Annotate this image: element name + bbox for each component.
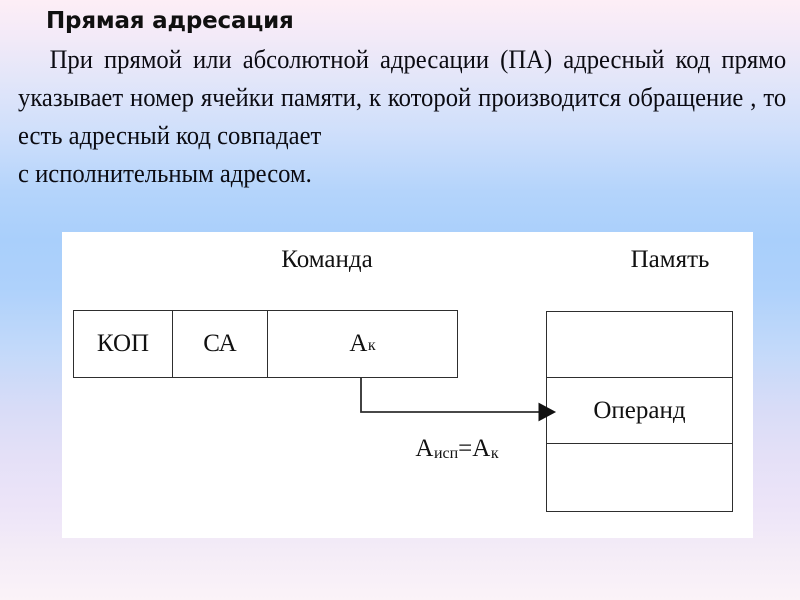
memory-cell-empty-top [547, 312, 732, 378]
command-field-address-code: Ак [268, 311, 457, 377]
command-field-sa: СА [173, 311, 268, 377]
diagram-heading-memory: Память [630, 246, 710, 273]
page-title: Прямая адресация [46, 8, 294, 34]
diagram-panel: Команда Память КОП СА Ак Операнд Аисп=Ак [62, 232, 753, 538]
paragraph-line-4: с исполнительным адресом. [18, 158, 312, 188]
memory-cell-empty-bottom [547, 444, 732, 509]
body-paragraph-tail: с исполнительным адресом. [18, 154, 786, 192]
arrow-label: Аисп=Ак [392, 435, 522, 463]
connector-path [360, 378, 539, 413]
arrow-label-a-code-subscript: к [490, 445, 499, 462]
memory-cell-operand: Операнд [547, 378, 732, 444]
slide-canvas: Прямая адресация При прямой или абсолютн… [0, 0, 800, 600]
body-paragraph: При прямой или абсолютной адресации (ПА)… [18, 40, 786, 154]
command-field-address-code-subscript: к [367, 337, 376, 354]
arrow-label-equals: = [458, 435, 473, 462]
text-block: Прямая адресация При прямой или абсолютн… [18, 4, 786, 192]
command-field-opcode-label: КОП [96, 330, 150, 357]
command-field-opcode: КОП [74, 311, 173, 377]
memory-cell-operand-label: Операнд [593, 396, 686, 424]
paragraph-line-1: При прямой или абсолютной адресации (ПА)… [49, 44, 665, 74]
command-field-address-code-label: А [349, 330, 368, 357]
arrow-label-a-eff: А [415, 435, 434, 462]
command-field-sa-label: СА [203, 330, 237, 357]
arrow-label-a-code: А [472, 435, 491, 462]
memory-column: Операнд [546, 311, 733, 512]
diagram-heading-command: Команда [281, 246, 373, 273]
command-word-box: КОП СА Ак [73, 310, 458, 378]
arrow-label-a-eff-subscript: исп [433, 445, 459, 462]
